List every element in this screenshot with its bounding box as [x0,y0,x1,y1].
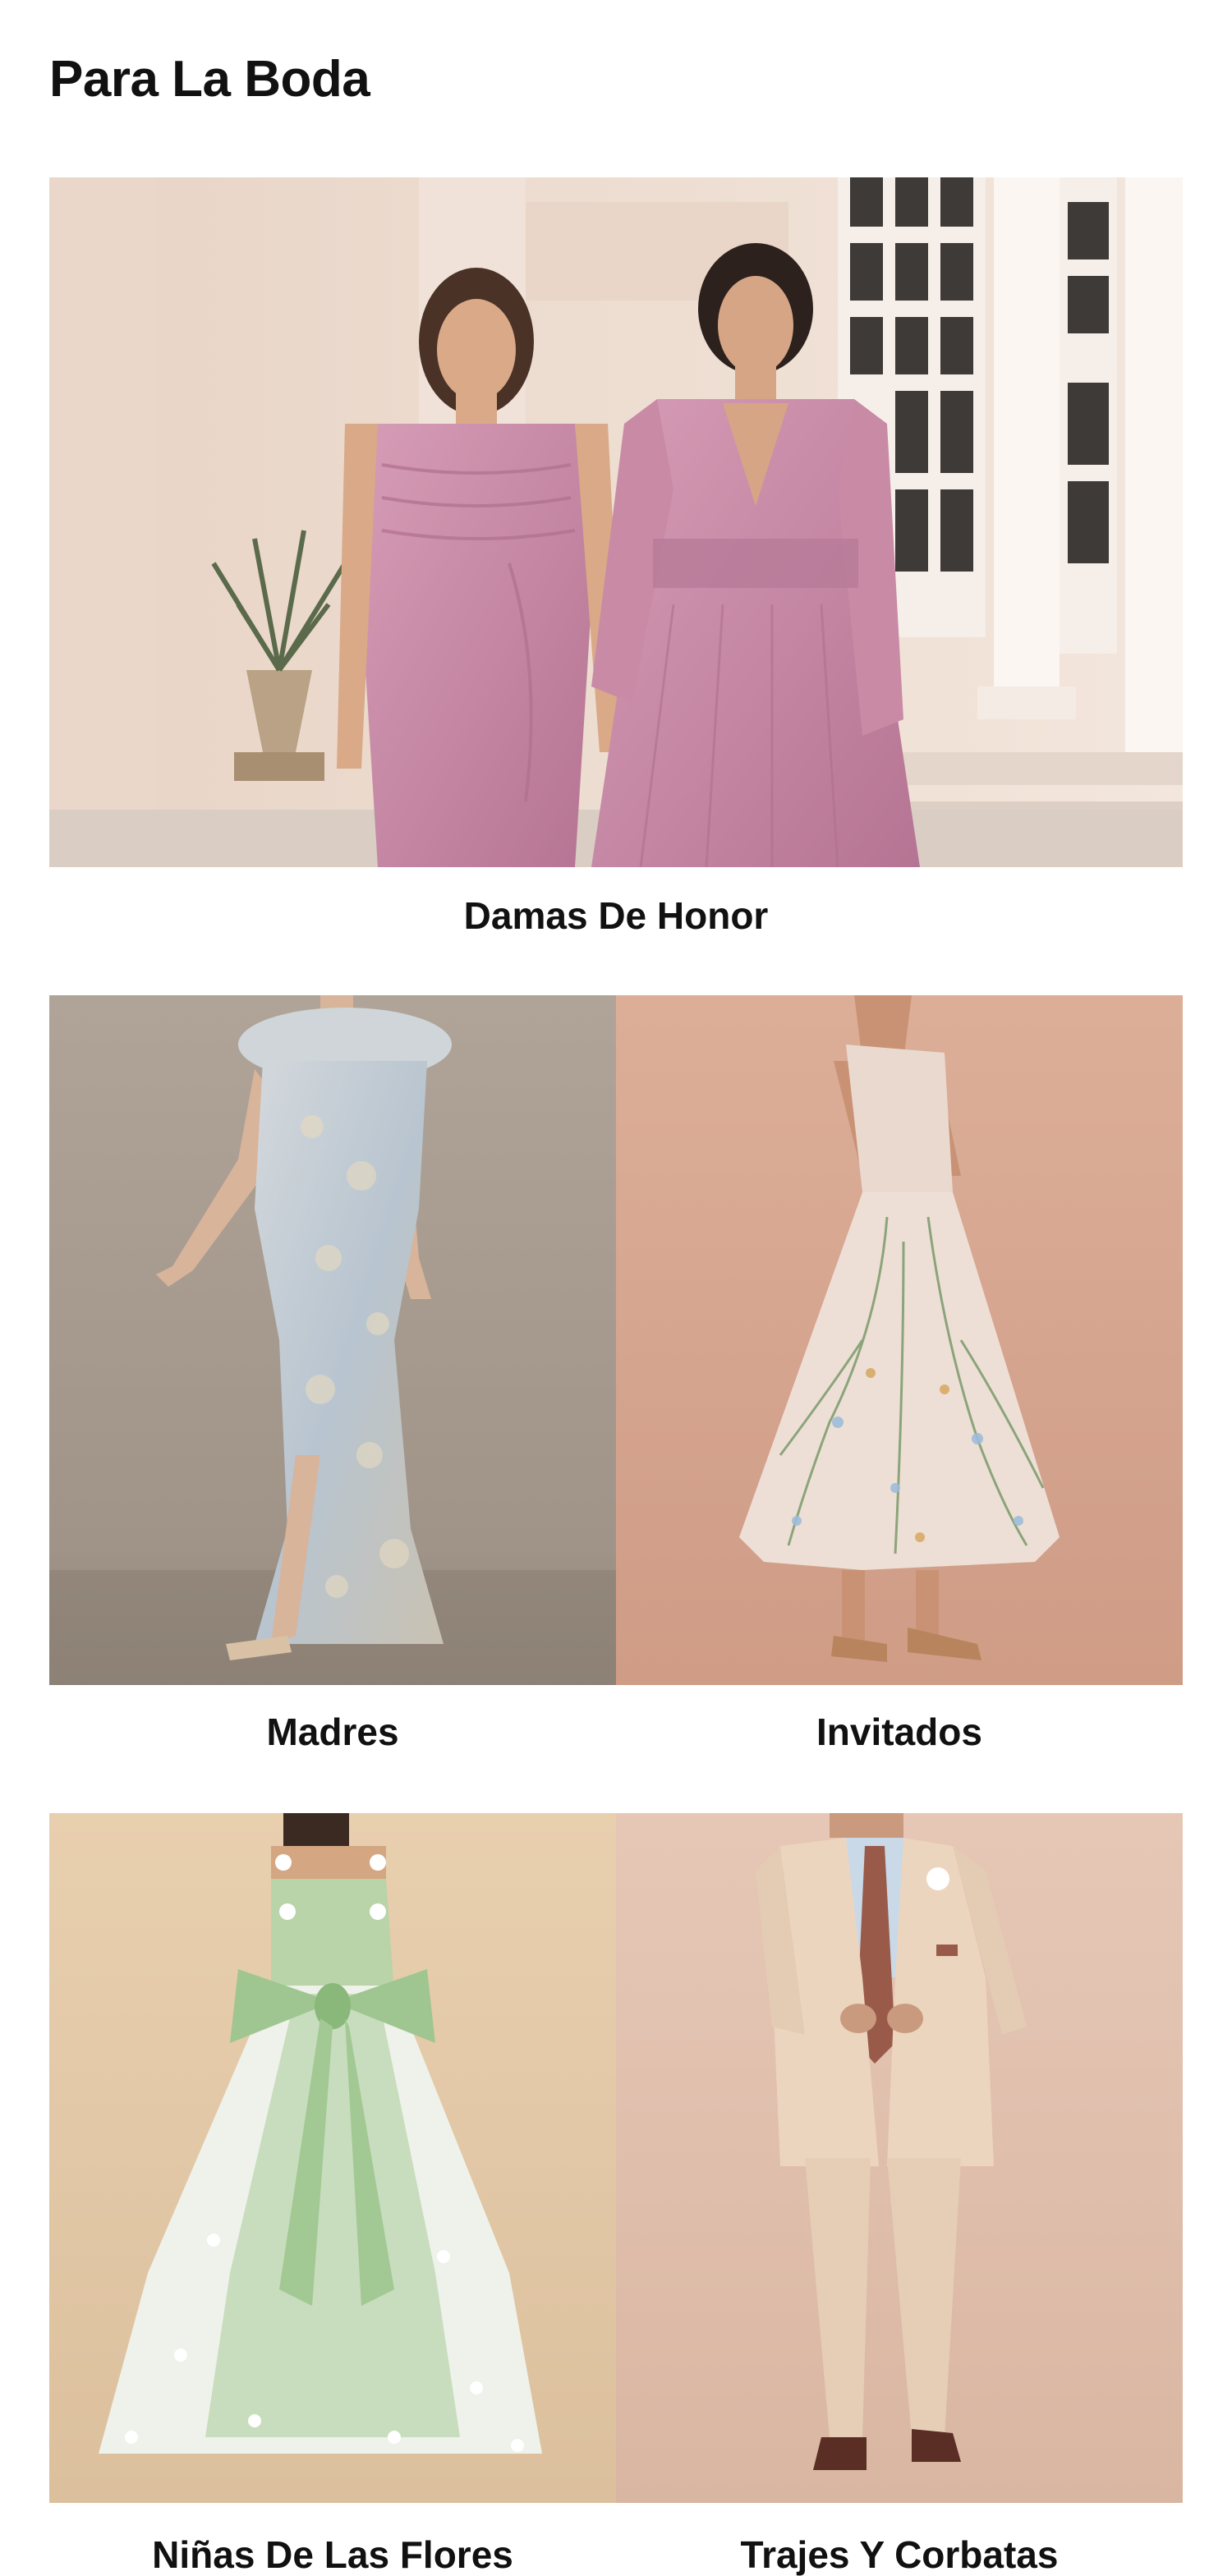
category-label: Trajes Y Corbatas [740,2533,1059,2576]
mothers-photo [49,995,616,1685]
category-label: Madres [266,1710,399,1753]
category-card-guests[interactable]: Invitados [616,995,1183,1759]
category-card-bridesmaids[interactable]: Damas De Honor [49,177,1183,941]
bridesmaids-photo [49,177,1183,867]
suits-ties-photo [616,1813,1183,2503]
category-label: Invitados [816,1710,982,1753]
guests-photo [616,995,1183,1685]
category-label: Damas De Honor [463,894,769,937]
category-card-mothers[interactable]: Madres [49,995,616,1759]
page-title: Para La Boda [49,51,370,108]
category-label: Niñas De Las Flores [152,2533,513,2576]
category-card-flower-girls[interactable]: Niñas De Las Flores [49,1813,616,2574]
flower-girls-photo [49,1813,616,2503]
category-card-suits-ties[interactable]: Trajes Y Corbatas [616,1813,1183,2574]
